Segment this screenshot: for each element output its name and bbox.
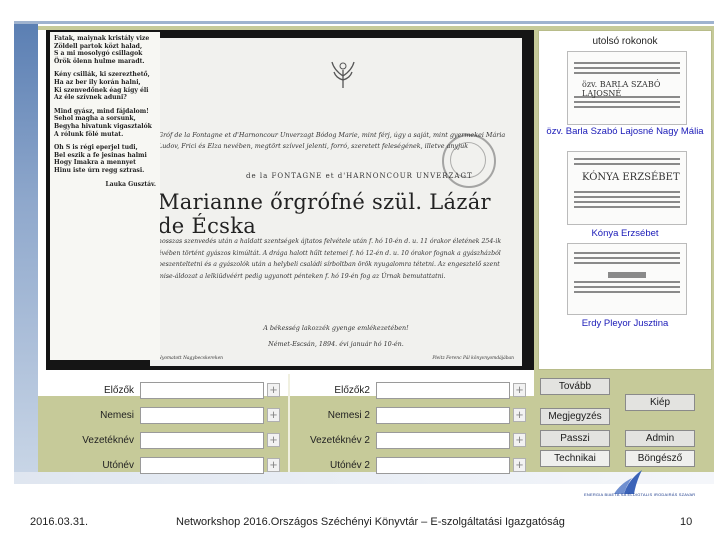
- notice-house-line: de la FONTAGNE et d'HARNONCOUR UNVERZAGT: [246, 172, 473, 180]
- related-thumbnail-2[interactable]: KÓNYA ERZSÉBET: [567, 151, 687, 225]
- note-button[interactable]: Megjegyzés: [540, 408, 610, 425]
- logo-caption: ENERGIA BIAETA SA ÉLDIGTALIS IRODAIRÁS S…: [584, 492, 696, 497]
- related-link-1[interactable]: özv. Barla Szabó Lajosné Nagy Mália: [539, 126, 711, 138]
- form-row-nemesi: Nemesi +: [38, 407, 288, 427]
- input-utonev2[interactable]: [376, 457, 510, 474]
- footer-date: 2016.03.31.: [30, 516, 89, 528]
- thumbnail-2-name: KÓNYA ERZSÉBET: [582, 172, 680, 183]
- related-documents-panel: utolsó rokonok özv. BARLA SZABÓ LAJOSNÉ …: [538, 30, 712, 370]
- label-vezeteknev2: Vezetéknév 2: [309, 435, 370, 446]
- notice-details: hosszas szenvedés után a haldatt szentsé…: [158, 238, 502, 280]
- admin-button[interactable]: Admin: [625, 430, 695, 447]
- death-notice-scan: Gróf de la Fontagne et d'Harnoncour Unve…: [150, 38, 522, 366]
- input-vezeteknev2[interactable]: [376, 432, 510, 449]
- input-nemesi[interactable]: [140, 407, 264, 424]
- footer-title: Networkshop 2016.Országos Széchényi Köny…: [176, 516, 565, 528]
- poem-card: Fatak, maiynak kristály vize Zöldell part…: [50, 32, 160, 360]
- input-utonev[interactable]: [140, 457, 264, 474]
- browser-button[interactable]: Böngésző: [625, 450, 695, 467]
- poem-stanza: Mind gyász, mind fájdalom! Sehol magha a …: [54, 107, 152, 138]
- label-nemesi2: Nemesi 2: [327, 410, 370, 421]
- input-elozok2[interactable]: [376, 382, 510, 399]
- form-row-vezeteknev: Vezetéknév +: [38, 432, 288, 452]
- printer-right: Pleitz Ferenc Pál könyvnyomdájában: [432, 356, 514, 361]
- slide-top-line: [14, 21, 714, 24]
- input-vezeteknev[interactable]: [140, 432, 264, 449]
- label-nemesi: Nemesi: [100, 410, 134, 421]
- form-row-utonev: Utónév +: [38, 457, 288, 477]
- add-utonev2-button[interactable]: +: [513, 458, 526, 472]
- label-elozok: Előzők: [103, 385, 134, 396]
- label-elozok2: Előzők2: [334, 385, 370, 396]
- poem-stanza: Kény csillák, ki szerezthető, Ha az ber i…: [54, 71, 150, 102]
- label-vezeteknev: Vezetéknév: [82, 435, 134, 446]
- printer-left: Nyomatott Nagybecskereken: [158, 356, 223, 361]
- related-link-2[interactable]: Kónya Erzsébet: [539, 228, 711, 240]
- related-panel-title: utolsó rokonok: [592, 36, 658, 47]
- slide-left-bar: [14, 24, 38, 472]
- technical-button[interactable]: Technikai: [540, 450, 610, 467]
- related-thumbnail-1[interactable]: özv. BARLA SZABÓ LAJOSNÉ: [567, 51, 687, 125]
- form-row-elozok2: Előzők2 +: [274, 382, 526, 402]
- form-row-vezeteknev2: Vezetéknév 2 +: [274, 432, 526, 452]
- notice-intro: Gróf de la Fontagne et d'Harnoncour Unve…: [158, 131, 506, 150]
- notice-date-line: Német-Escsán, 1894. évi január hó 10-én.: [268, 340, 404, 348]
- input-elozok[interactable]: [140, 382, 264, 399]
- kiep-button[interactable]: Kiép: [625, 394, 695, 411]
- form-row-elozok: Előzők +: [38, 382, 288, 402]
- add-vezeteknev2-button[interactable]: +: [513, 433, 526, 447]
- notice-printer-line: Nyomatott Nagybecskereken Pleitz Ferenc …: [158, 356, 514, 361]
- related-thumbnail-3[interactable]: [567, 243, 687, 315]
- form-row-utonev2: Utónév 2 +: [274, 457, 526, 477]
- label-utonev: Utónév: [102, 460, 134, 471]
- archive-viewer-window: Gróf de la Fontagne et d'Harnoncour Unve…: [38, 26, 714, 474]
- add-nemesi2-button[interactable]: +: [513, 408, 526, 422]
- poem-signature: Lauka Gusztáv.: [105, 180, 156, 188]
- poem-stanza: Oh S is régi eperjel tudi, Bel eszik a fe…: [54, 144, 147, 174]
- add-elozok2-button[interactable]: +: [513, 383, 526, 397]
- floral-emblem-icon: [331, 61, 355, 88]
- page-number: 10: [680, 516, 693, 528]
- notice-deceased-name: Marianne őrgrófné szül. Lázár de Écska: [158, 190, 491, 238]
- label-utonev2: Utónév 2: [329, 460, 370, 471]
- next-button[interactable]: Tovább: [540, 378, 610, 395]
- passzi-button[interactable]: Passzi: [540, 430, 610, 447]
- poem-stanza: Fatak, maiynak kristály vize Zöldell part…: [54, 35, 150, 65]
- related-link-3[interactable]: Erdy Pleyor Jusztina: [539, 318, 711, 330]
- input-nemesi2[interactable]: [376, 407, 510, 424]
- notice-farewell: A békesség lakozzék gyenge emlékezetében…: [263, 324, 409, 332]
- document-viewer[interactable]: Gróf de la Fontagne et d'Harnoncour Unve…: [38, 30, 534, 396]
- thumbnail-1-name: özv. BARLA SZABÓ LAJOSNÉ: [582, 80, 661, 98]
- form-row-nemesi2: Nemesi 2 +: [274, 407, 526, 427]
